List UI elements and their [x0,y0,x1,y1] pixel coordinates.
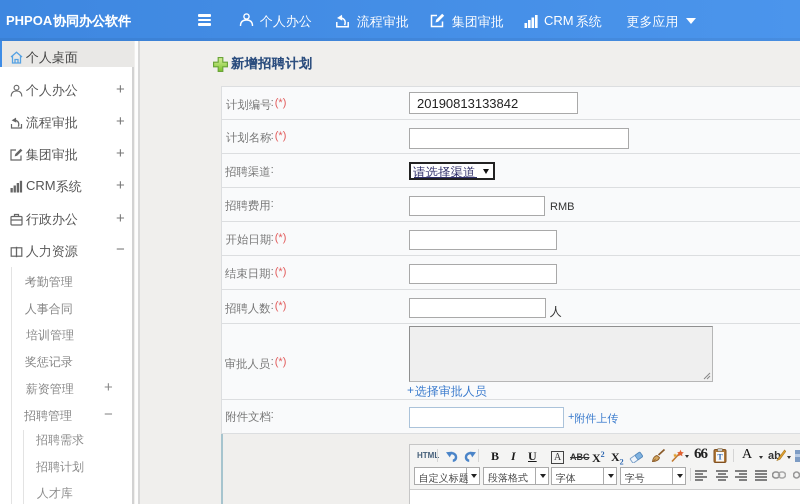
svg-text:T: T [717,453,723,462]
